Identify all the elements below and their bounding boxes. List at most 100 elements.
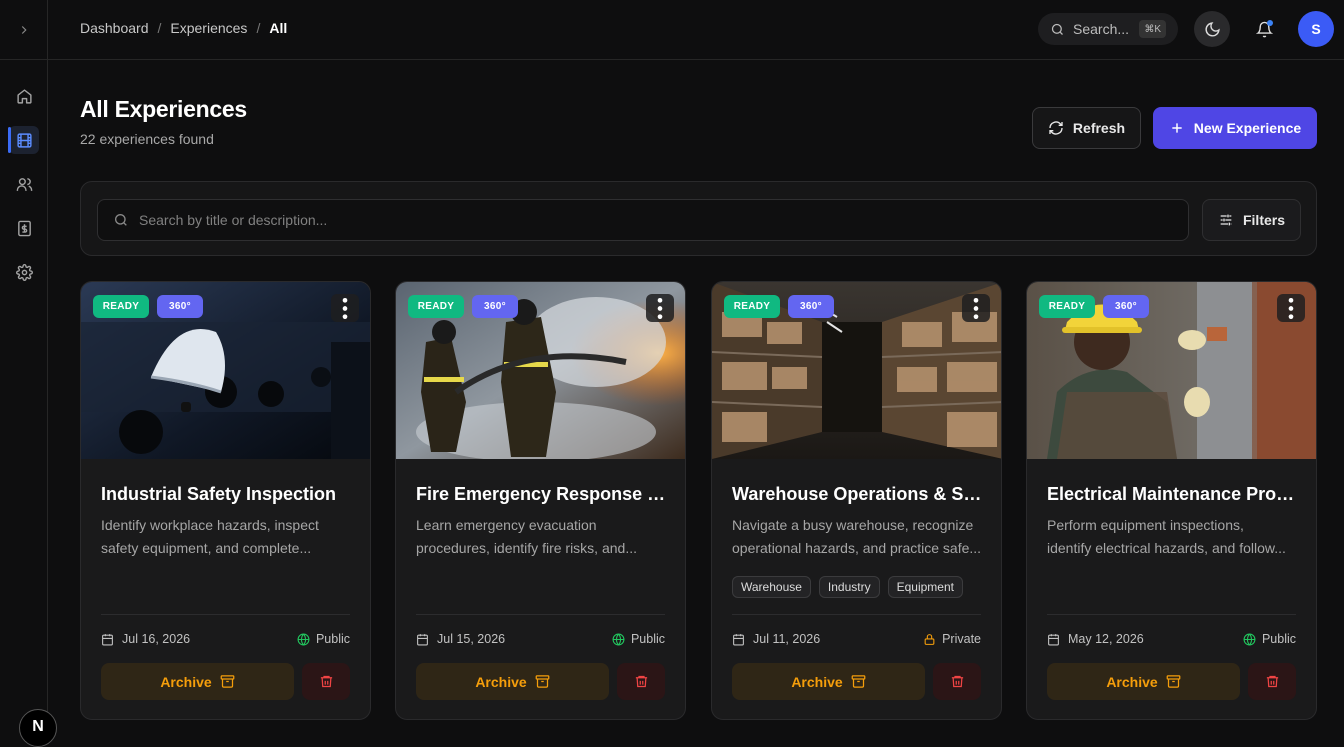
delete-button[interactable] [933, 663, 981, 700]
delete-button[interactable] [1248, 663, 1296, 700]
card-title[interactable]: Fire Emergency Response Training [416, 484, 668, 505]
breadcrumb-experiences[interactable]: Experiences [170, 20, 247, 36]
logo-letter: N [32, 718, 44, 735]
card-description: Learn emergency evacuation procedures, i… [416, 514, 668, 560]
users-icon [16, 177, 32, 191]
card-tags: Warehouse Industry Equipment [732, 576, 963, 598]
trash-icon [635, 675, 647, 688]
card-thumbnail: READY 360° [1027, 282, 1316, 459]
status-badge: READY [93, 295, 149, 318]
trash-icon [951, 675, 963, 688]
card-description-line: Identify workplace hazards, inspect [101, 517, 319, 533]
moon-icon [1205, 21, 1220, 36]
mode-badge: 360° [1103, 295, 1149, 318]
card-thumbnail: READY 360° [712, 282, 1001, 459]
card-menu-button[interactable] [962, 294, 990, 322]
archive-button[interactable]: Archive [732, 663, 925, 700]
card-description-line: Learn emergency evacuation [416, 517, 597, 533]
archive-label: Archive [475, 673, 527, 690]
experience-card[interactable]: READY 360° Warehouse Operations & Safety… [711, 281, 1002, 720]
sliders-icon [1220, 214, 1232, 226]
breadcrumb-current: All [269, 20, 288, 36]
refresh-icon [1049, 121, 1063, 135]
breadcrumb-separator: / [256, 20, 261, 36]
delete-button[interactable] [617, 663, 665, 700]
delete-button[interactable] [302, 663, 350, 700]
filters-button[interactable]: Filters [1202, 199, 1301, 241]
archive-label: Archive [1106, 673, 1158, 690]
archive-icon [851, 675, 866, 688]
sidebar-item-home[interactable] [0, 74, 48, 118]
card-date-text: Jul 16, 2026 [122, 632, 191, 646]
card-visibility: Public [612, 632, 665, 646]
topbar: Dashboard / Experiences / All Search... … [48, 0, 1344, 60]
card-date-text: May 12, 2026 [1068, 632, 1144, 646]
sidebar-item-settings[interactable] [0, 250, 48, 294]
tag[interactable]: Equipment [887, 576, 963, 598]
new-experience-button[interactable]: New Experience [1153, 107, 1317, 149]
theme-toggle-button[interactable] [1194, 11, 1230, 47]
gear-icon [15, 263, 33, 281]
card-date: Jul 15, 2026 [416, 632, 505, 646]
tag[interactable]: Industry [818, 576, 880, 598]
card-thumbnail: READY 360° [396, 282, 685, 459]
card-divider [416, 614, 665, 615]
globe-icon [1243, 633, 1256, 645]
card-date: Jul 11, 2026 [732, 632, 820, 646]
experience-card[interactable]: READY 360° Electrical Maintenance Proced… [1026, 281, 1317, 720]
sidebar-toggle-button[interactable] [0, 0, 48, 60]
card-visibility-text: Public [1261, 632, 1296, 646]
lock-icon [924, 633, 935, 645]
breadcrumb-separator: / [157, 20, 162, 36]
more-vertical-icon [1288, 297, 1294, 319]
archive-label: Archive [160, 673, 212, 690]
archive-button[interactable]: Archive [101, 663, 294, 700]
card-title[interactable]: Warehouse Operations & Safety [732, 484, 984, 505]
card-description-line: operational hazards, and practice safe..… [732, 540, 982, 556]
globe-icon [612, 633, 625, 645]
archive-label: Archive [791, 673, 843, 690]
sidebar-item-users[interactable] [0, 162, 48, 206]
mode-badge: 360° [472, 295, 518, 318]
card-visibility: Public [1243, 632, 1296, 646]
sidebar-nav [0, 74, 48, 294]
card-description-line: procedures, identify fire risks, and... [416, 540, 637, 556]
card-description: Navigate a busy warehouse, recognize ope… [732, 514, 984, 560]
breadcrumb: Dashboard / Experiences / All [80, 20, 287, 36]
experience-card[interactable]: READY 360° Fire Emergency Response Train… [395, 281, 686, 720]
archive-icon [220, 675, 235, 688]
card-menu-button[interactable] [331, 294, 359, 322]
sidebar-item-experiences[interactable] [0, 118, 48, 162]
archive-button[interactable]: Archive [1047, 663, 1240, 700]
card-visibility-text: Private [942, 632, 981, 646]
notification-dot [1267, 20, 1273, 26]
sidebar-item-billing[interactable] [0, 206, 48, 250]
card-thumbnail: READY 360° [81, 282, 370, 459]
card-description-line: identify electrical hazards, and follow.… [1047, 540, 1286, 556]
globe-icon [297, 633, 310, 645]
new-experience-label: New Experience [1193, 120, 1302, 136]
card-date-text: Jul 15, 2026 [437, 632, 506, 646]
card-menu-button[interactable] [646, 294, 674, 322]
breadcrumb-dashboard[interactable]: Dashboard [80, 20, 149, 36]
archive-button[interactable]: Archive [416, 663, 609, 700]
card-visibility-text: Public [630, 632, 665, 646]
refresh-label: Refresh [1072, 120, 1126, 136]
avatar[interactable]: S [1298, 11, 1334, 47]
status-badge: READY [408, 295, 464, 318]
card-menu-button[interactable] [1277, 294, 1305, 322]
page-title: All Experiences [80, 96, 247, 122]
search-icon [1051, 23, 1063, 35]
notifications-button[interactable] [1246, 11, 1282, 47]
status-badge: READY [1039, 295, 1095, 318]
global-search-label: Search... [1073, 21, 1130, 37]
card-title[interactable]: Electrical Maintenance Procedures [1047, 484, 1299, 505]
refresh-button[interactable]: Refresh [1032, 107, 1141, 149]
card-title[interactable]: Industrial Safety Inspection [101, 484, 353, 505]
filters-label: Filters [1242, 212, 1285, 228]
experience-card[interactable]: READY 360° Industrial Safety Inspection … [80, 281, 371, 720]
tag[interactable]: Warehouse [732, 576, 811, 598]
search-input[interactable] [139, 212, 1188, 228]
app-logo[interactable]: N [19, 709, 57, 747]
global-search-button[interactable]: Search... ⌘K [1038, 13, 1178, 45]
